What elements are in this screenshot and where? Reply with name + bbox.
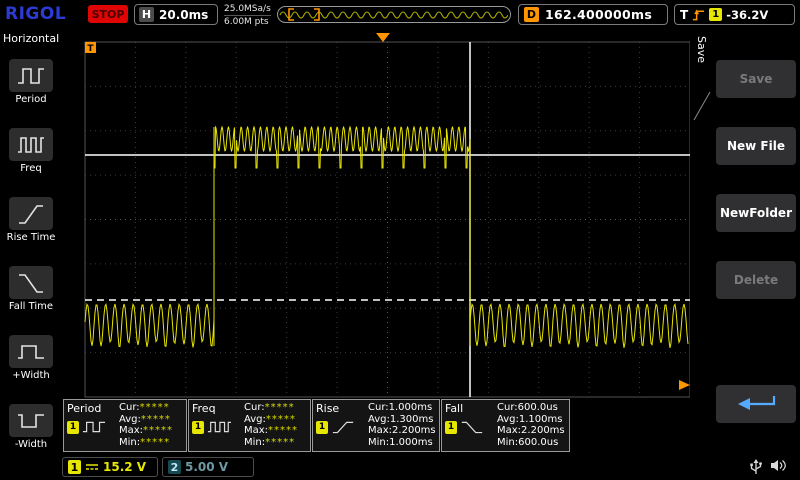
- scope-display: T: [62, 30, 690, 455]
- measurement-panel-fall: Fall 1 Cur:600.0us Avg:1.100ms Max:2.200…: [441, 399, 570, 452]
- top-status-bar: RIGOL STOP H 20.0ms 25.0MSa/s 6.00M pts …: [0, 0, 800, 30]
- channel-badge: 1: [445, 421, 457, 434]
- menu-item-pos-width[interactable]: +Width: [0, 335, 62, 401]
- channel-1-status[interactable]: 1 15.2 V: [62, 457, 158, 477]
- memory-depth: 6.00M pts: [224, 15, 271, 28]
- horizontal-label: H: [139, 7, 154, 22]
- delay-label: D: [524, 7, 539, 22]
- channel-badge: 1: [67, 421, 79, 434]
- svg-text:T: T: [87, 44, 94, 54]
- speaker-icon: [770, 458, 787, 473]
- period-glyph-icon: [82, 419, 106, 435]
- delay-value: 162.400000ms: [545, 7, 652, 22]
- fall-glyph-icon: [460, 419, 484, 435]
- menu-tab-save: Save: [695, 36, 708, 63]
- measurement-panel-freq: Freq 1 Cur:***** Avg:***** Max:***** Min…: [188, 399, 311, 452]
- sample-rate: 25.0MSa/s: [224, 3, 271, 15]
- channel-1-scale: 15.2 V: [103, 460, 146, 474]
- channel-1-badge: 1: [68, 460, 81, 474]
- acquisition-info: 25.0MSa/s 6.00M pts: [224, 3, 271, 28]
- channel-badge: 1: [192, 421, 204, 434]
- measurement-panel-period: Period 1 Cur:***** Avg:***** Max:***** M…: [63, 399, 187, 452]
- delay-group[interactable]: D 162.400000ms: [518, 4, 668, 25]
- brand-logo: RIGOL: [5, 4, 66, 24]
- coupling-icon: [85, 462, 99, 472]
- memory-wave-icon: [278, 7, 508, 22]
- run-state-badge: STOP: [88, 5, 128, 23]
- softkey-menu-strip: Save: [690, 30, 712, 455]
- menu-item-period[interactable]: Period: [0, 59, 62, 125]
- menu-item-neg-width[interactable]: -Width: [0, 404, 62, 470]
- oscilloscope-ui: RIGOL STOP H 20.0ms 25.0MSa/s 6.00M pts …: [0, 0, 800, 480]
- freq-icon: [9, 128, 53, 161]
- menu-item-rise-time[interactable]: Rise Time: [0, 197, 62, 263]
- menu-tab-notch: [690, 90, 712, 130]
- horizontal-timebase-group[interactable]: H 20.0ms: [134, 4, 218, 25]
- new-folder-button[interactable]: NewFolder: [716, 194, 796, 232]
- trigger-group[interactable]: T 1 -36.2V: [674, 4, 795, 25]
- back-button[interactable]: [716, 385, 796, 423]
- fall-time-icon: [9, 266, 53, 299]
- trigger-level-value: -36.2V: [726, 8, 768, 22]
- channel-badge: 1: [316, 421, 328, 434]
- trigger-label: T: [680, 8, 688, 22]
- menu-title: Horizontal: [0, 30, 62, 45]
- freq-glyph-icon: [207, 419, 231, 435]
- channel-2-badge: 2: [168, 460, 181, 474]
- channel-2-status[interactable]: 2 5.00 V: [162, 457, 254, 477]
- trigger-source-badge: 1: [709, 8, 722, 21]
- pos-width-icon: [9, 335, 53, 368]
- rise-glyph-icon: [331, 419, 355, 435]
- period-icon: [9, 59, 53, 92]
- menu-item-fall-time[interactable]: Fall Time: [0, 266, 62, 332]
- menu-item-list: Period Freq Rise Time Fall Time: [0, 56, 62, 470]
- save-button[interactable]: Save: [716, 60, 796, 98]
- trigger-slope-icon: [692, 8, 705, 22]
- menu-item-freq[interactable]: Freq: [0, 128, 62, 194]
- memory-position-bar: [277, 6, 511, 23]
- usb-icon: [748, 458, 764, 475]
- delete-button[interactable]: Delete: [716, 261, 796, 299]
- return-arrow-icon: [728, 392, 784, 416]
- measurement-panel-rise: Rise 1 Cur:1.000ms Avg:1.300ms Max:2.200…: [312, 399, 440, 452]
- rise-time-icon: [9, 197, 53, 230]
- horizontal-measure-menu: Horizontal Period Freq Rise Time F: [0, 30, 62, 455]
- new-file-button[interactable]: New File: [716, 127, 796, 165]
- timebase-value: 20.0ms: [159, 8, 208, 22]
- neg-width-icon: [9, 404, 53, 437]
- channel-2-scale: 5.00 V: [185, 460, 228, 474]
